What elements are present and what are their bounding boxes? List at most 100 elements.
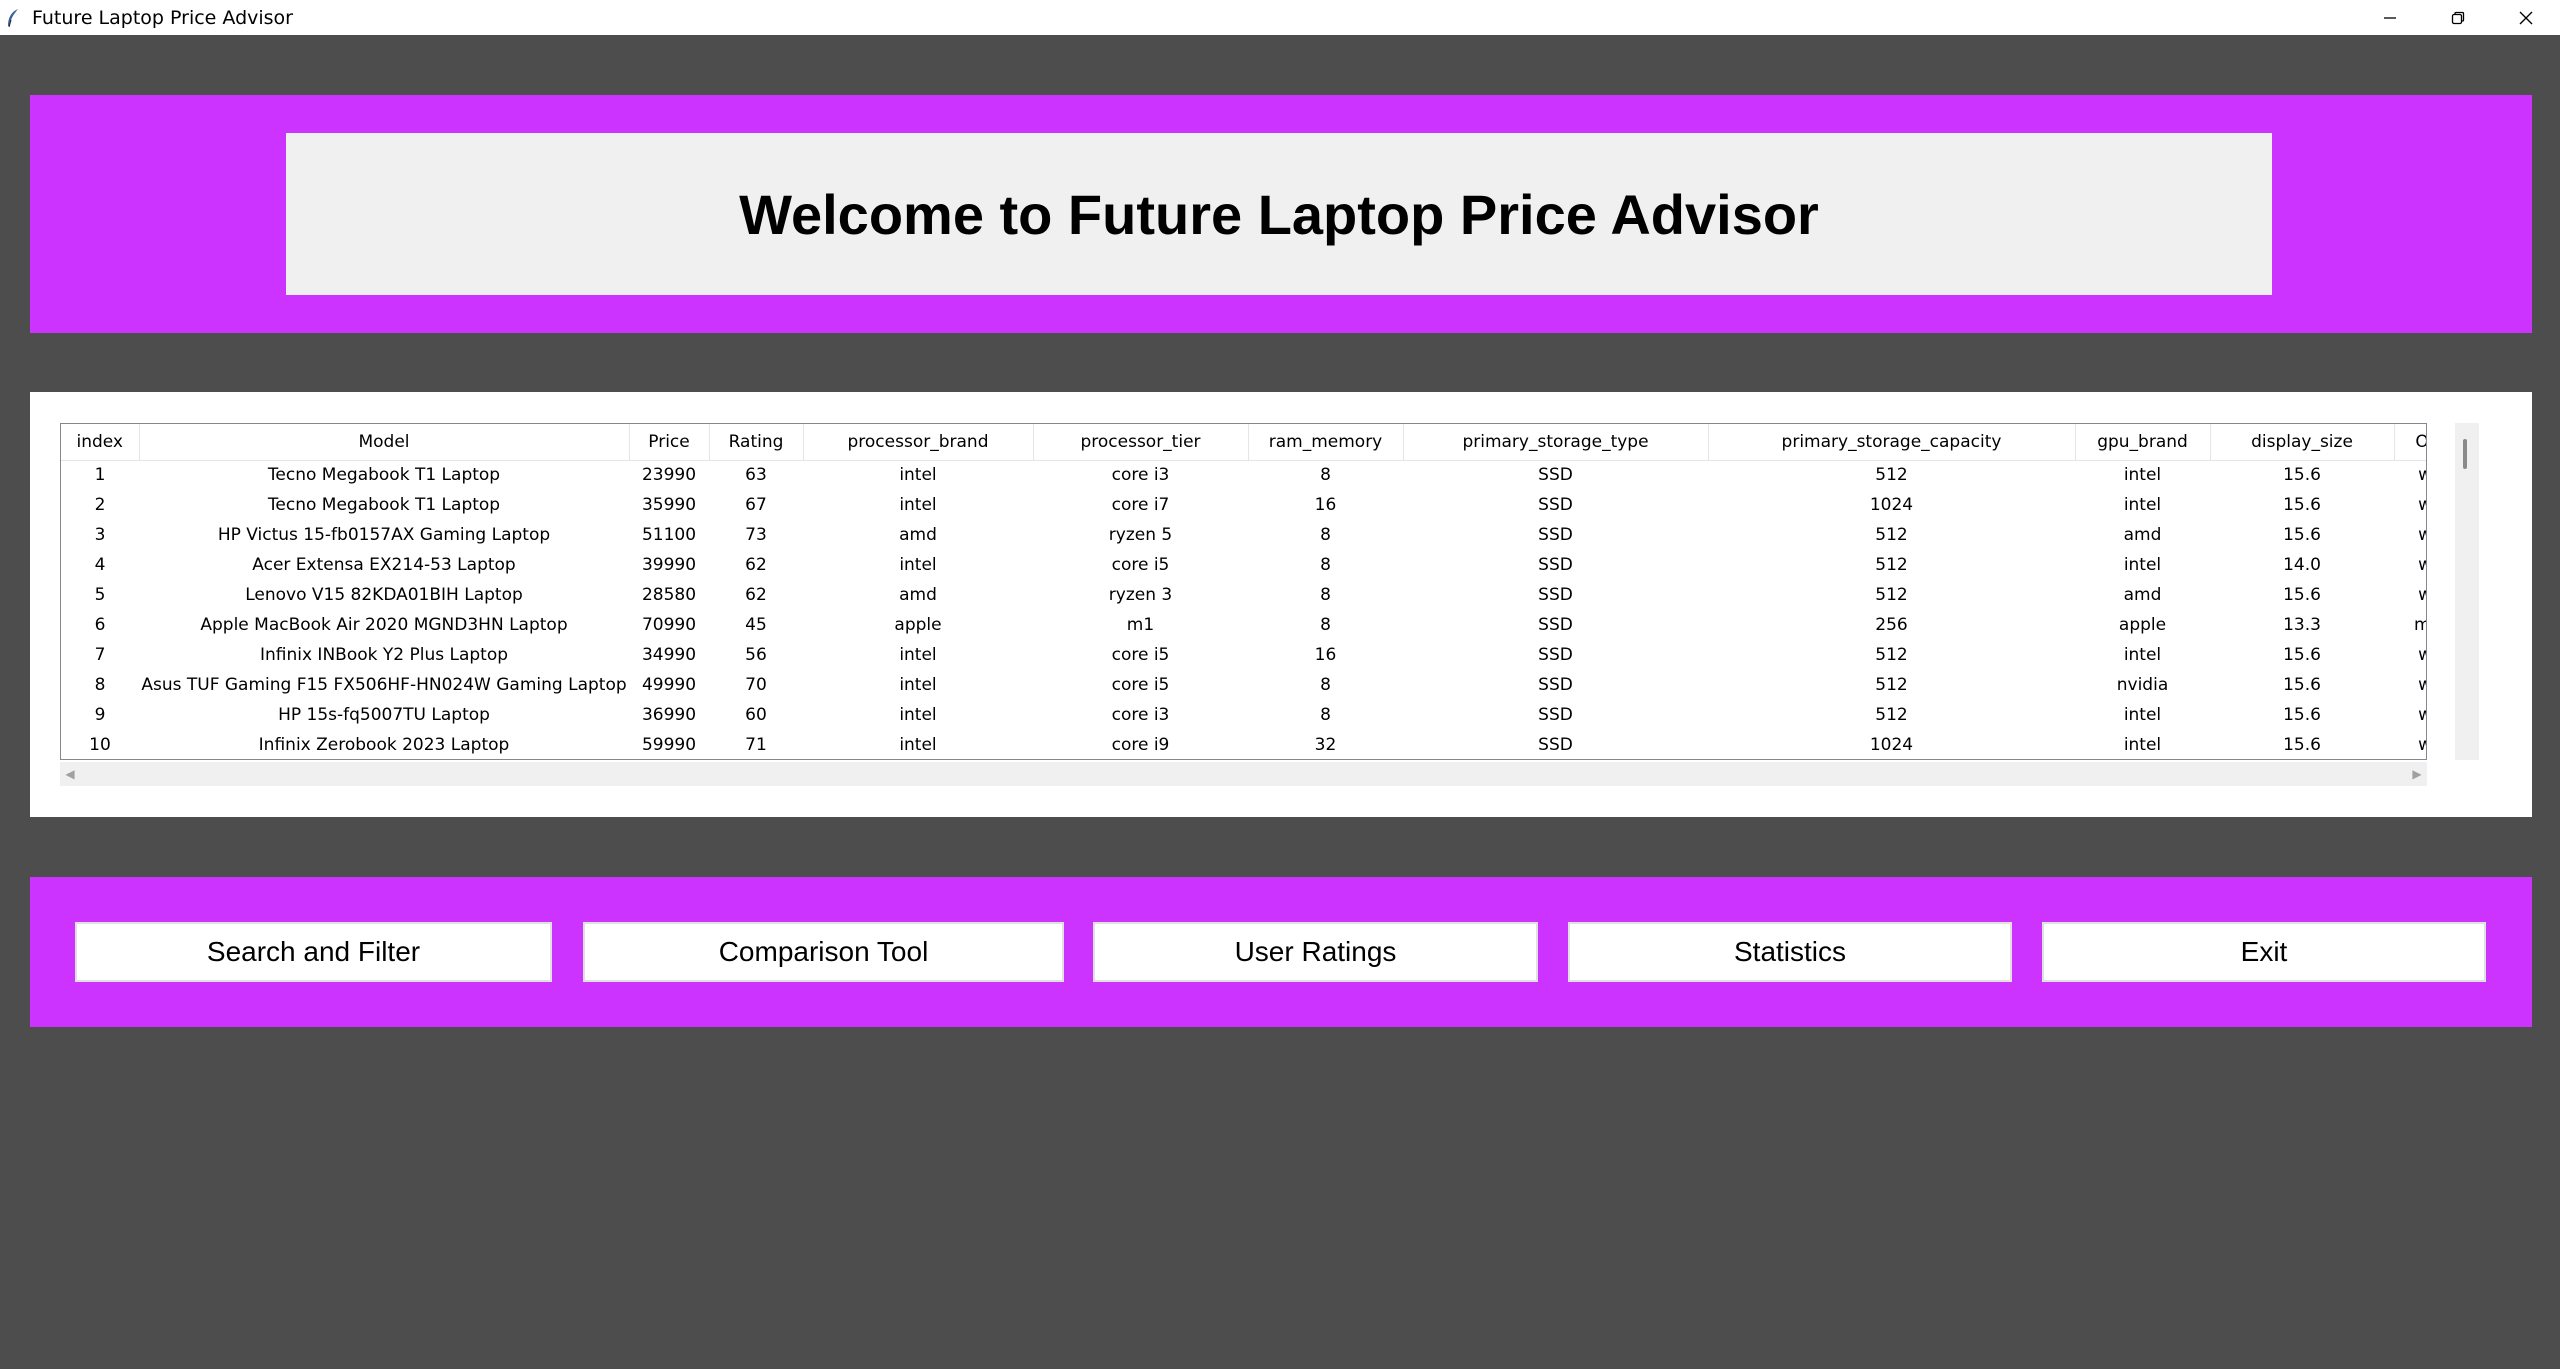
table-cell: 1: [94, 465, 106, 486]
table-cell: core i7: [1111, 495, 1170, 515]
user-ratings-button[interactable]: User Ratings: [1093, 922, 1538, 982]
column-header[interactable]: ram_memory: [1248, 424, 1404, 461]
minimize-icon[interactable]: [2356, 0, 2424, 35]
restore-icon[interactable]: [2424, 0, 2492, 35]
laptop-table[interactable]: index Model Price Rating processor_brand proc…: [60, 423, 2427, 760]
table-row[interactable]: 9 HP 15s-fq5007TU Laptop 36990 60 intel core …: [61, 700, 2426, 730]
table-cell: HP Victus 15-fb0157AX Gaming Laptop: [217, 525, 551, 545]
table-cell: wi: [2394, 520, 2426, 550]
column-header[interactable]: index: [61, 424, 140, 461]
scrollbar-thumb[interactable]: [2463, 439, 2467, 469]
table-panel: index Model Price Rating processor_brand proc…: [30, 392, 2532, 817]
table-cell: 15.6: [2283, 585, 2321, 605]
table-cell: 15.6: [2283, 675, 2321, 695]
table-cell: Apple MacBook Air 2020 MGND3HN Laptop: [200, 615, 568, 635]
column-header[interactable]: processor_tier: [1033, 424, 1249, 461]
button-panel: Search and Filter Comparison Tool User R…: [30, 877, 2532, 1027]
table-cell: 73: [745, 525, 767, 545]
statistics-button[interactable]: Statistics: [1568, 922, 2012, 982]
table-cell: 23990: [641, 465, 697, 486]
table-cell: wi: [2394, 580, 2426, 610]
table-cell: core i9: [1111, 735, 1170, 755]
table-cell: intel: [899, 705, 937, 725]
table-cell: 15.6: [2283, 705, 2321, 725]
table-cell: 45: [745, 615, 767, 635]
table-cell: SSD: [1538, 585, 1573, 605]
table-cell: amd: [2123, 525, 2162, 545]
table-cell: 70: [745, 675, 767, 695]
table-cell: 256: [1875, 615, 1908, 635]
table-cell: nvidia: [2116, 675, 2169, 695]
table-cell: m1: [1126, 615, 1155, 635]
table-cell: Infinix INBook Y2 Plus Laptop: [259, 645, 509, 665]
table-cell: 15.6: [2283, 495, 2321, 515]
table-cell: 512: [1875, 705, 1908, 725]
table-cell: 8: [1320, 585, 1331, 605]
scroll-left-icon[interactable]: ◀: [60, 762, 80, 786]
header-panel: Welcome to Future Laptop Price Advisor: [30, 95, 2532, 333]
table-cell: 28580: [641, 585, 697, 605]
table-row[interactable]: 1 Tecno Megabook T1 Laptop 23990 63 intel cor…: [61, 460, 2426, 490]
table-row[interactable]: 7 Infinix INBook Y2 Plus Laptop 34990 56 int…: [61, 640, 2426, 670]
table-cell: intel: [899, 645, 937, 665]
table-cell: 34990: [641, 645, 697, 665]
table-cell: Acer Extensa EX214-53 Laptop: [252, 555, 516, 575]
table-cell: SSD: [1538, 735, 1573, 755]
table-cell: Asus TUF Gaming F15 FX506HF-HN024W Gamin…: [141, 675, 627, 695]
column-header[interactable]: primary_storage_capacity: [1708, 424, 2076, 461]
search-filter-button[interactable]: Search and Filter: [75, 922, 552, 982]
column-header[interactable]: Model: [139, 424, 630, 461]
comparison-tool-button[interactable]: Comparison Tool: [583, 922, 1064, 982]
table-cell: SSD: [1538, 555, 1573, 575]
column-header[interactable]: Rating: [709, 424, 804, 461]
column-header[interactable]: OS: [2394, 424, 2426, 461]
feather-icon: [6, 7, 22, 29]
table-cell: 2: [94, 495, 106, 515]
table-cell: Lenovo V15 82KDA01BIH Laptop: [245, 585, 523, 605]
table-cell: wi: [2394, 730, 2426, 759]
table-cell: 8: [1320, 525, 1331, 545]
exit-button[interactable]: Exit: [2042, 922, 2486, 982]
table-row[interactable]: 5 Lenovo V15 82KDA01BIH Laptop 28580 62 amd r…: [61, 580, 2426, 610]
column-header[interactable]: display_size: [2210, 424, 2395, 461]
table-cell: 8: [1320, 465, 1331, 486]
column-header[interactable]: processor_brand: [803, 424, 1034, 461]
scroll-right-icon[interactable]: ▶: [2407, 762, 2427, 786]
horizontal-scrollbar[interactable]: ◀ ▶: [60, 762, 2427, 786]
column-header[interactable]: gpu_brand: [2075, 424, 2211, 461]
table-cell: 512: [1875, 585, 1908, 605]
table-cell: core i5: [1111, 555, 1170, 575]
table-cell: 39990: [641, 555, 697, 575]
table-cell: 15.6: [2283, 735, 2321, 755]
table-row[interactable]: 3 HP Victus 15-fb0157AX Gaming Laptop 5110…: [61, 520, 2426, 550]
table-cell: 15.6: [2283, 645, 2321, 665]
table-cell: Tecno Megabook T1 Laptop: [267, 465, 501, 486]
column-header[interactable]: primary_storage_type: [1403, 424, 1709, 461]
table-cell: 59990: [641, 735, 697, 755]
table-cell: HP 15s-fq5007TU Laptop: [278, 705, 490, 725]
header-box: Welcome to Future Laptop Price Advisor: [286, 133, 2272, 295]
table-cell: 60: [745, 705, 767, 725]
table-cell: 8: [1320, 705, 1331, 725]
table-cell: 32: [1314, 735, 1337, 755]
table-header-row: index Model Price Rating processor_brand proc…: [61, 424, 2426, 461]
table-cell: SSD: [1538, 495, 1573, 515]
vertical-scrollbar[interactable]: [2455, 423, 2479, 760]
table-row[interactable]: 4 Acer Extensa EX214-53 Laptop 39990 62 inte…: [61, 550, 2426, 580]
table-cell: core i3: [1111, 465, 1170, 486]
window-titlebar: Future Laptop Price Advisor: [0, 0, 2560, 35]
table-row[interactable]: 10 Infinix Zerobook 2023 Laptop 59990 71 int…: [61, 730, 2426, 759]
table-cell: 49990: [641, 675, 697, 695]
table-row[interactable]: 2 Tecno Megabook T1 Laptop 35990 67 intel cor…: [61, 490, 2426, 520]
close-icon[interactable]: [2492, 0, 2560, 35]
table-cell: amd: [2123, 585, 2162, 605]
table-cell: wi: [2394, 490, 2426, 520]
table-row[interactable]: 6 Apple MacBook Air 2020 MGND3HN Laptop 70…: [61, 610, 2426, 640]
table-cell: 62: [745, 555, 767, 575]
table-row[interactable]: 8 Asus TUF Gaming F15 FX506HF-HN024W Gami…: [61, 670, 2426, 700]
table-cell: 35990: [641, 495, 697, 515]
table-cell: 512: [1875, 555, 1908, 575]
table-cell: intel: [2123, 735, 2162, 755]
table-cell: intel: [899, 465, 937, 486]
column-header[interactable]: Price: [629, 424, 710, 461]
